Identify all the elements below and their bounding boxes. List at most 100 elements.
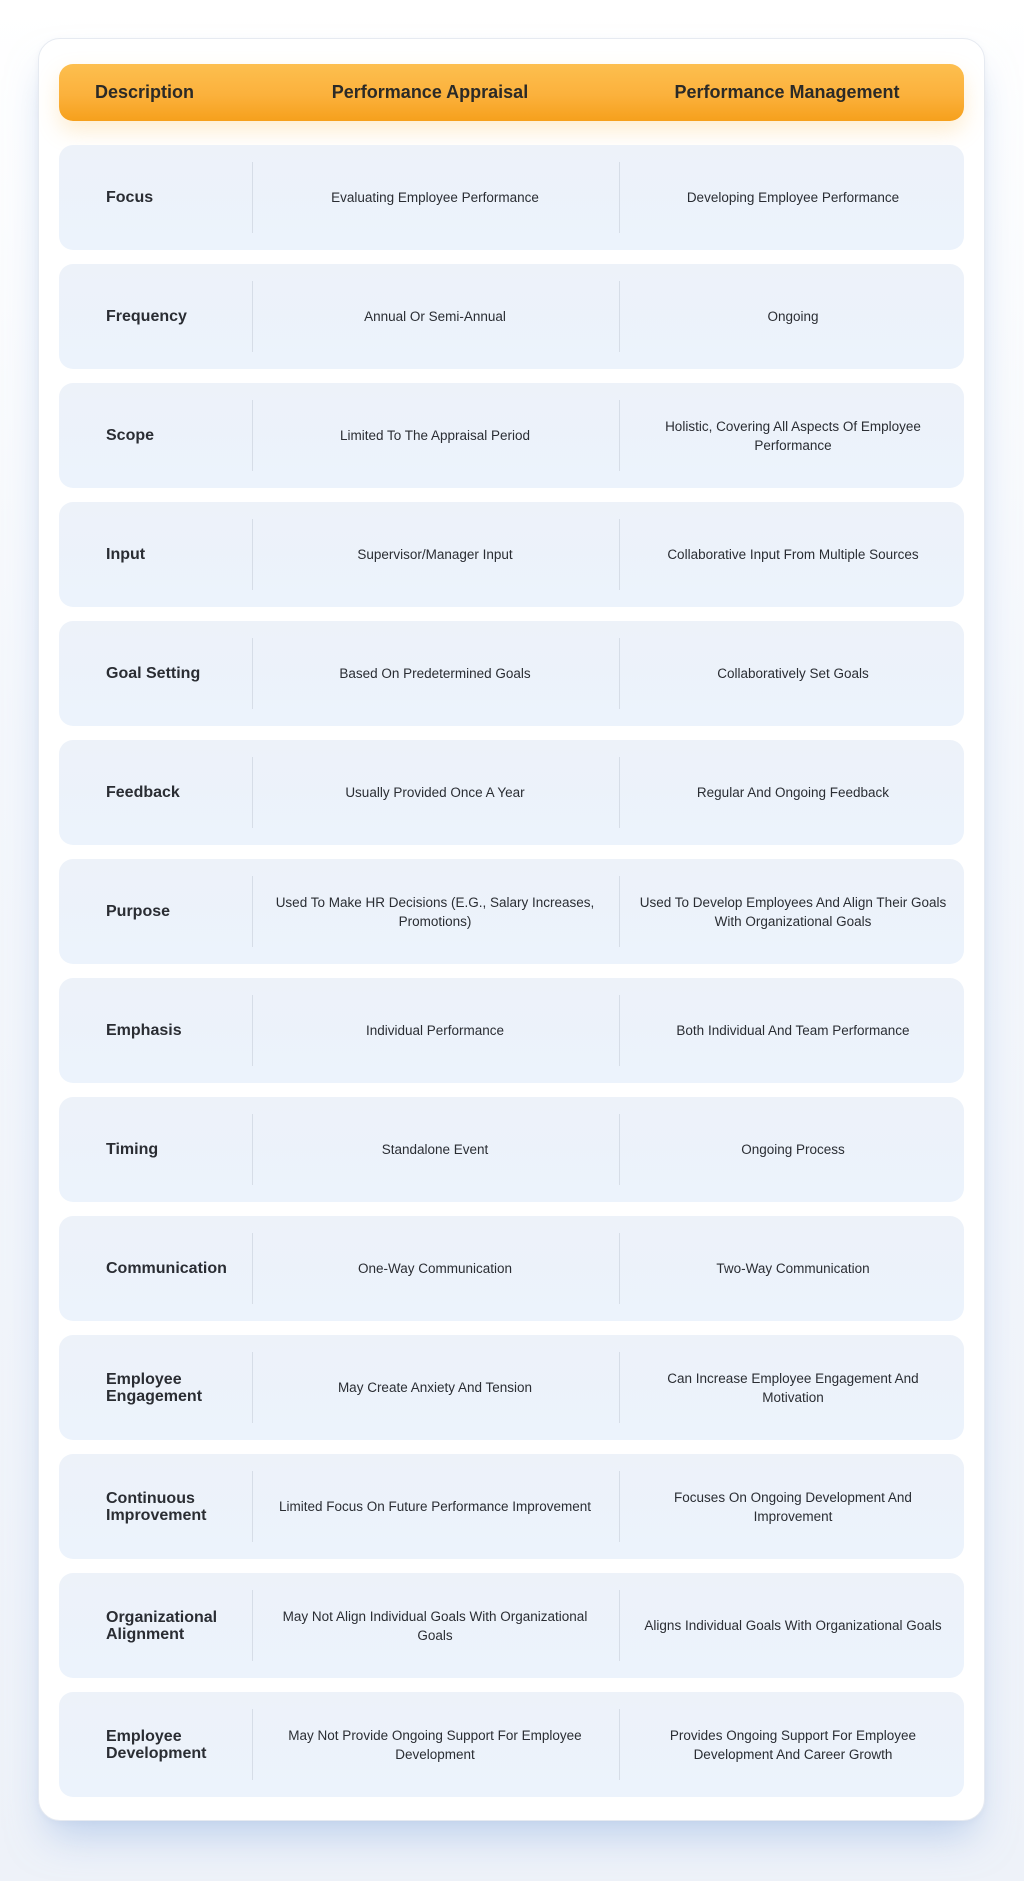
cell-performance-appraisal: Individual Performance [269,978,601,1083]
cell-performance-appraisal: Based On Predetermined Goals [269,621,601,726]
table-row: Organizational Alignment May Not Align I… [59,1573,964,1678]
cell-performance-appraisal: Annual Or Semi-Annual [269,264,601,369]
cell-text: Standalone Event [381,1142,489,1157]
cell-text: Two-Way Communication [716,1261,870,1276]
cell-performance-management: Focuses On Ongoing Development And Impro… [637,1454,949,1559]
cell-text: Regular And Ongoing Feedback [696,785,890,800]
cell-performance-management: Aligns Individual Goals With Organizatio… [637,1573,949,1678]
column-divider [252,519,253,590]
table-header: Description Performance Appraisal Perfor… [59,64,964,121]
column-divider [252,281,253,352]
cell-performance-management: Used To Develop Employees And Align Thei… [637,859,949,964]
row-description: Organizational Alignment [106,1608,218,1643]
column-divider [619,1709,620,1780]
header-description: Description [95,82,195,102]
column-divider [619,1114,620,1185]
cell-performance-appraisal: One-Way Communication [269,1216,601,1321]
cell-performance-appraisal: Used To Make HR Decisions (E.G., Salary … [269,859,601,964]
cell-performance-management: Ongoing [637,264,949,369]
header-performance-management: Performance Management [674,82,900,102]
column-divider [252,1709,253,1780]
cell-text: Can Increase Employee Engagement And Mot… [667,1370,919,1405]
row-description: Scope [106,427,155,444]
cell-performance-appraisal: Limited To The Appraisal Period [269,383,601,488]
table-row: Purpose Used To Make HR Decisions (E.G.,… [59,859,964,964]
cell-performance-appraisal: Limited Focus On Future Performance Impr… [269,1454,601,1559]
table-row: Employee Engagement May Create Anxiety A… [59,1335,964,1440]
cell-text: Evaluating Employee Performance [331,190,539,205]
column-divider [619,281,620,352]
row-description: Communication [106,1260,227,1277]
cell-text: Usually Provided Once A Year [345,785,525,800]
cell-text: Based On Predetermined Goals [339,666,531,681]
row-description: Employee Engagement [106,1370,203,1405]
row-description: Emphasis [106,1022,182,1039]
row-description: Continuous Improvement [106,1489,207,1524]
column-divider [252,638,253,709]
cell-performance-management: Holistic, Covering All Aspects Of Employ… [637,383,949,488]
cell-text: Developing Employee Performance [686,190,900,205]
cell-text: Holistic, Covering All Aspects Of Employ… [665,418,921,453]
cell-performance-management: Both Individual And Team Performance [637,978,949,1083]
cell-text: Individual Performance [365,1023,505,1038]
column-divider [252,1233,253,1304]
column-divider [619,519,620,590]
header-performance-appraisal: Performance Appraisal [331,82,529,102]
cell-performance-management: Collaborative Input From Multiple Source… [637,502,949,607]
cell-text: Provides Ongoing Support For Employee De… [669,1727,917,1762]
column-divider [252,876,253,947]
cell-performance-management: Regular And Ongoing Feedback [637,740,949,845]
column-divider [252,400,253,471]
cell-text: Aligns Individual Goals With Organizatio… [644,1618,942,1633]
cell-performance-management: Two-Way Communication [637,1216,949,1321]
cell-performance-appraisal: Supervisor/Manager Input [269,502,601,607]
cell-text: Used To Develop Employees And Align Thei… [639,894,947,929]
cell-text: Supervisor/Manager Input [357,547,513,562]
column-divider [252,1590,253,1661]
table-row: Scope Limited To The Appraisal Period Ho… [59,383,964,488]
cell-text: May Not Align Individual Goals With Orga… [282,1608,588,1643]
column-divider [619,162,620,233]
cell-performance-management: Developing Employee Performance [637,145,949,250]
row-description: Feedback [106,784,180,801]
cell-text: Used To Make HR Decisions (E.G., Salary … [275,894,595,929]
cell-text: Ongoing [767,309,819,324]
row-description: Timing [106,1141,159,1158]
table-row: Emphasis Individual Performance Both Ind… [59,978,964,1083]
column-divider [619,1233,620,1304]
cell-text: One-Way Communication [357,1261,513,1276]
row-description: Employee Development [106,1727,207,1762]
row-description: Frequency [106,308,187,325]
cell-performance-management: Provides Ongoing Support For Employee De… [637,1692,949,1797]
row-description: Input [106,546,146,563]
column-divider [252,757,253,828]
cell-text: Limited Focus On Future Performance Impr… [278,1499,592,1514]
cell-text: Both Individual And Team Performance [676,1023,910,1038]
column-divider [619,1352,620,1423]
table-row: Frequency Annual Or Semi-Annual Ongoing [59,264,964,369]
cell-performance-appraisal: May Not Align Individual Goals With Orga… [269,1573,601,1678]
column-divider [619,638,620,709]
table-row: Continuous Improvement Limited Focus On … [59,1454,964,1559]
table-body: Focus Evaluating Employee Performance De… [59,145,964,1811]
comparison-card: Description Performance Appraisal Perfor… [38,38,985,1821]
column-divider [619,1471,620,1542]
row-description: Goal Setting [106,665,201,682]
table-row: Feedback Usually Provided Once A Year Re… [59,740,964,845]
table-row: Input Supervisor/Manager Input Collabora… [59,502,964,607]
cell-performance-appraisal: May Not Provide Ongoing Support For Empl… [269,1692,601,1797]
cell-text: Ongoing Process [741,1142,845,1157]
column-divider [252,1352,253,1423]
cell-performance-management: Collaboratively Set Goals [637,621,949,726]
cell-text: Collaborative Input From Multiple Source… [667,547,919,562]
cell-text: May Create Anxiety And Tension [337,1380,533,1395]
cell-performance-management: Can Increase Employee Engagement And Mot… [637,1335,949,1440]
cell-text: Collaboratively Set Goals [717,666,869,681]
cell-performance-appraisal: May Create Anxiety And Tension [269,1335,601,1440]
cell-performance-appraisal: Usually Provided Once A Year [269,740,601,845]
cell-text: Limited To The Appraisal Period [339,428,531,443]
table-row: Communication One-Way Communication Two-… [59,1216,964,1321]
cell-text: Annual Or Semi-Annual [364,309,506,324]
column-divider [252,1114,253,1185]
column-divider [252,162,253,233]
